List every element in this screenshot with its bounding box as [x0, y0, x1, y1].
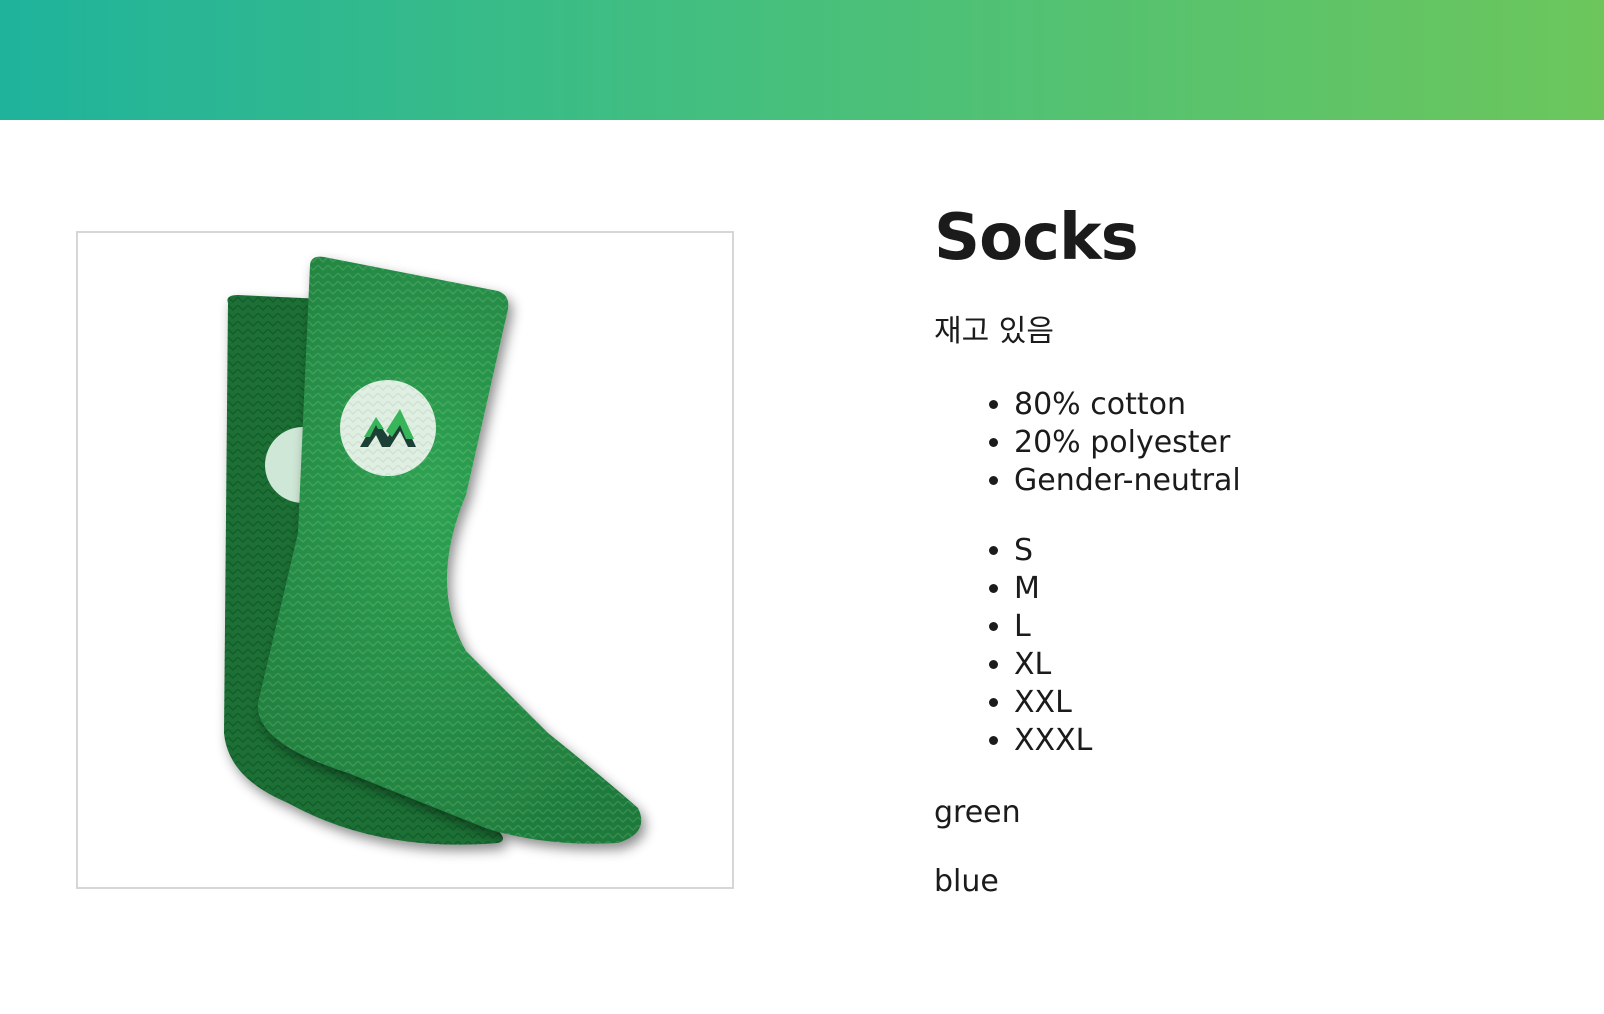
color-option-blue: blue — [934, 864, 999, 900]
size-item: S — [1014, 532, 1554, 570]
size-item: L — [1014, 608, 1554, 646]
color-option-green: green — [934, 795, 1021, 831]
product-page: Socks 재고 있음 80% cotton 20% polyester Gen… — [0, 0, 1604, 1014]
sizes-list: S M L XL XXL XXXL — [934, 532, 1554, 760]
size-item: XL — [1014, 646, 1554, 684]
feature-item: 80% cotton — [1014, 386, 1554, 424]
feature-item: 20% polyester — [1014, 424, 1554, 462]
green-socks-image-icon — [224, 256, 642, 845]
size-item: M — [1014, 570, 1554, 608]
product-image — [76, 231, 734, 889]
feature-item: Gender-neutral — [1014, 462, 1554, 500]
product-title: Socks — [934, 201, 1139, 275]
size-item: XXL — [1014, 684, 1554, 722]
size-item: XXXL — [1014, 722, 1554, 760]
stock-status: 재고 있음 — [934, 313, 1054, 349]
features-list: 80% cotton 20% polyester Gender-neutral — [934, 386, 1554, 500]
product-details: Socks 재고 있음 80% cotton 20% polyester Gen… — [934, 200, 1554, 901]
